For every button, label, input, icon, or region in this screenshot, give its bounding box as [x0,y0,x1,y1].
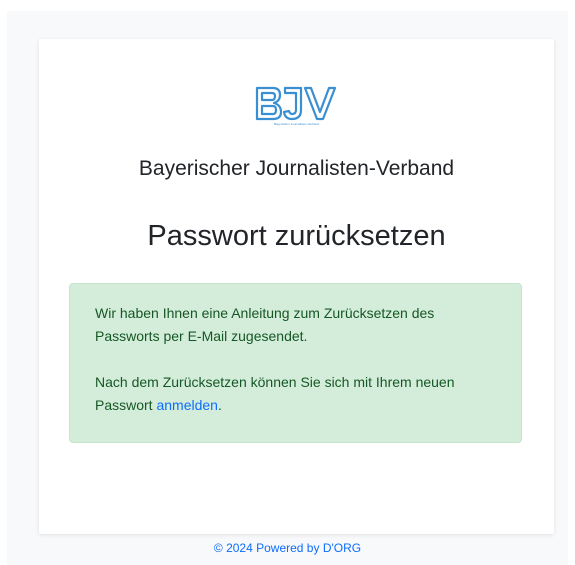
page-title: Passwort zurücksetzen [147,220,446,252]
alert-login-prefix: Nach dem Zurücksetzen können Sie sich mi… [95,374,455,413]
logo-container [39,82,554,126]
logo-caption: Bayerischer Journalisten-Verband [273,122,320,126]
alert-message-sent: Wir haben Ihnen eine Anleitung zum Zurüc… [95,305,435,344]
bjv-logo [255,86,336,121]
alert-message-login: Nach dem Zurücksetzen können Sie sich mi… [95,371,495,417]
success-alert: Wir haben Ihnen eine Anleitung zum Zurüc… [69,283,522,443]
reset-card: Bayerischer Journalisten-Verband Bayeris… [39,39,554,534]
footer-dorg-link[interactable]: D'ORG [323,541,361,555]
footer: © 2024 Powered by D'ORG [0,541,575,555]
login-link[interactable]: anmelden [156,397,218,413]
alert-login-suffix: . [217,397,222,413]
footer-copyright: © 2024 Powered by [213,541,323,555]
organization-name: Bayerischer Journalisten-Verband [138,157,455,180]
